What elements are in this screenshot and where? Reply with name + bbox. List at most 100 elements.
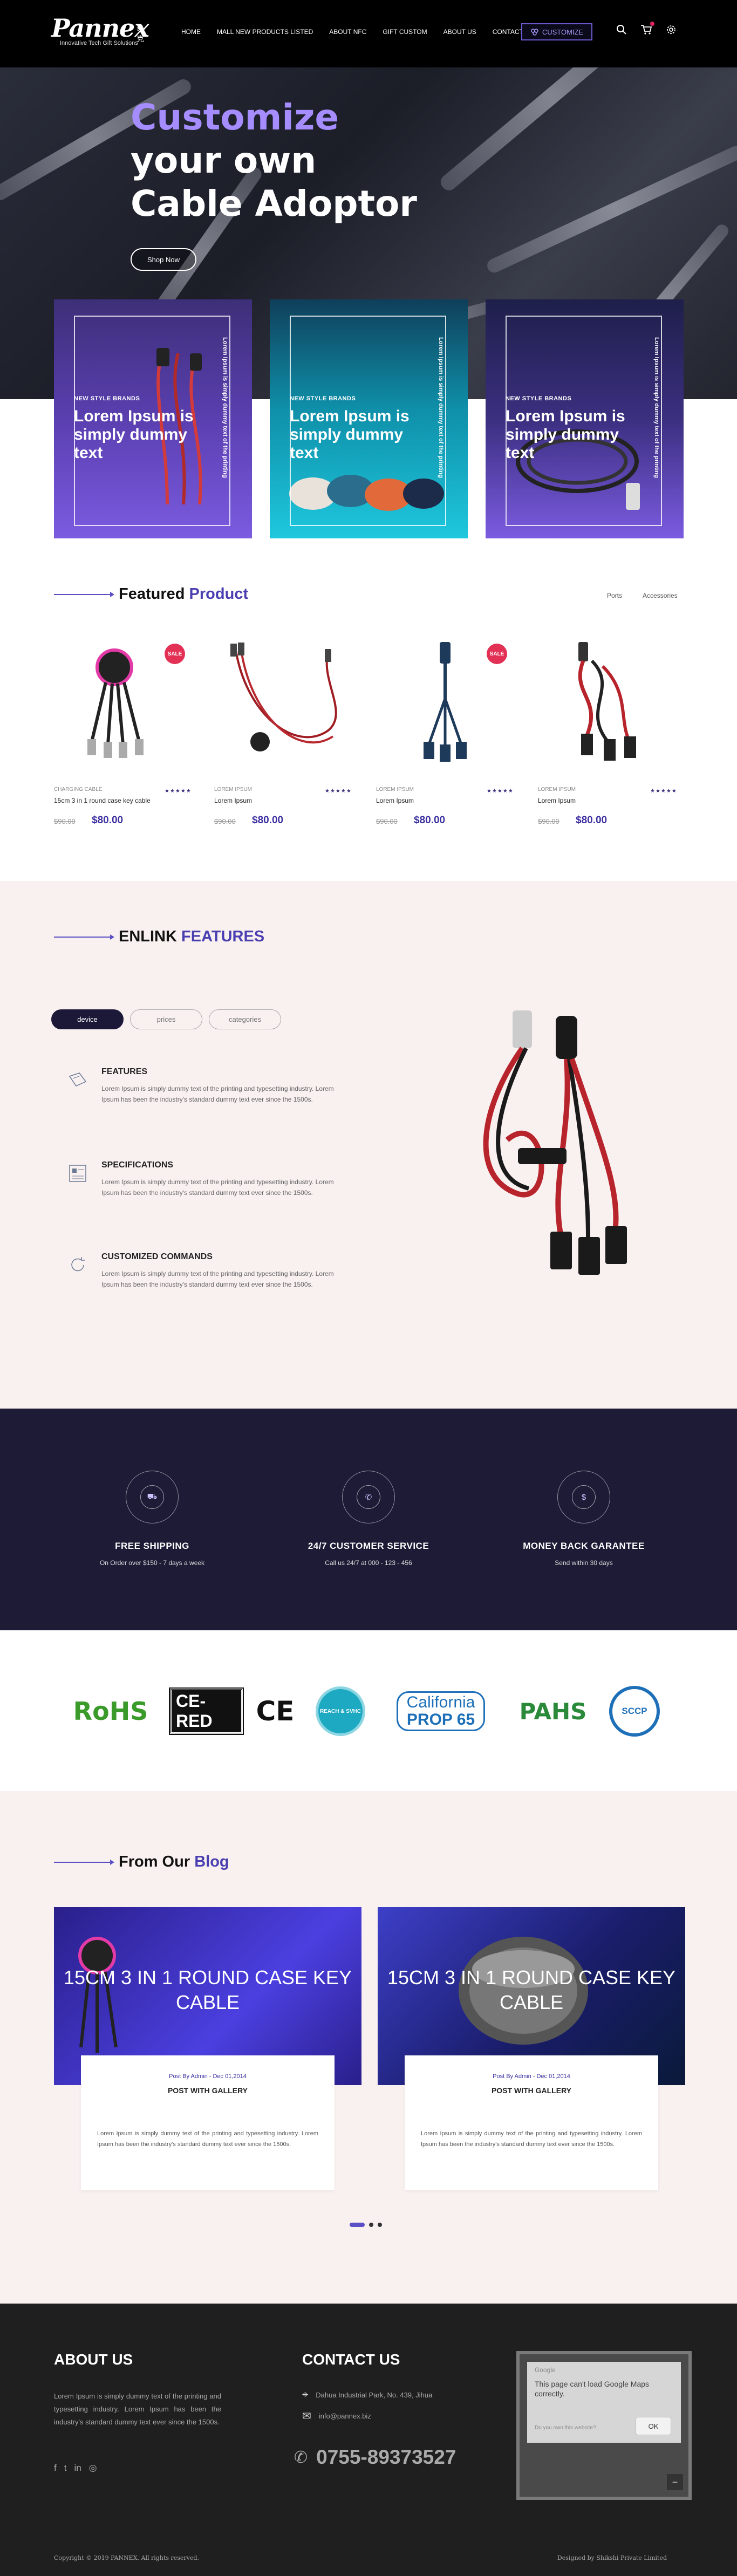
blog-body: Post By Admin - Dec 01,2014 POST WITH GA…	[405, 2055, 658, 2190]
cart-count-dot	[650, 22, 654, 26]
nav-home[interactable]: HOME	[181, 28, 201, 36]
service-free-shipping: ⛟ FREE SHIPPING On Order over $150 - 7 d…	[60, 1471, 244, 1567]
blog-post-title[interactable]: POST WITH GALLERY	[405, 2086, 658, 2095]
blog-card-2[interactable]: 15CM 3 IN 1 ROUND CASE KEY CABLE Post By…	[378, 1907, 685, 2193]
instagram-icon[interactable]: ◎	[89, 2463, 97, 2473]
location-pin-icon: ⌖	[302, 2389, 309, 2401]
palette-icon	[531, 29, 538, 36]
product-name[interactable]: 15cm 3 in 1 round case key cable	[54, 797, 151, 804]
contact-address: ⌖ Dahua Industrial Park, No. 439, Jihua	[302, 2389, 432, 2401]
service-sub: Send within 30 days	[555, 1559, 613, 1567]
product-old-price: $90.00	[54, 817, 76, 825]
service-sub: Call us 24/7 at 000 - 123 - 456	[325, 1559, 412, 1567]
feature-desc: Lorem Ipsum is simply dummy text of the …	[101, 1270, 334, 1288]
zoom-out-icon[interactable]: −	[667, 2474, 683, 2490]
promo-card-2[interactable]: NEW STYLE BRANDS Lorem Ipsum is simply d…	[270, 299, 468, 538]
tab-device[interactable]: device	[51, 1009, 124, 1029]
product-name[interactable]: Lorem Ipsum	[376, 797, 414, 804]
filter-accessories[interactable]: Accessories	[643, 592, 678, 599]
map-ok-button[interactable]: OK	[636, 2417, 671, 2435]
email-text[interactable]: info@pannex.biz	[319, 2412, 371, 2420]
phone-icon: ✆	[357, 1485, 380, 1509]
sccp-logo: SCCP	[607, 1686, 662, 1737]
feature-title: FEATURES	[101, 1067, 148, 1076]
contact-email: ✉ info@pannex.biz	[302, 2409, 371, 2423]
blog-meta: Post By Admin - Dec 01,2014	[493, 2073, 570, 2080]
blog-post-title[interactable]: POST WITH GALLERY	[81, 2086, 335, 2095]
sccp-text: SCCP	[609, 1686, 660, 1737]
google-map-embed[interactable]: Google This page can't load Google Maps …	[516, 2351, 692, 2500]
product-category: Lorem Ipsum	[538, 787, 576, 792]
twitter-icon[interactable]: t	[64, 2463, 67, 2473]
search-icon[interactable]	[615, 23, 629, 37]
product-image[interactable]: SALE	[54, 628, 200, 777]
filter-ports[interactable]: Ports	[607, 592, 622, 599]
product-image[interactable]	[214, 628, 360, 777]
ce-text: CE	[256, 1696, 295, 1727]
product-filter-tabs: Ports Accessories	[607, 592, 678, 599]
promo-card-3[interactable]: NEW STYLE BRANDS Lorem Ipsum is simply d…	[486, 299, 684, 538]
google-brand: Google	[535, 2366, 556, 2374]
carousel-dot-2[interactable]	[369, 2223, 373, 2227]
blog-title-accent: Blog	[194, 1853, 229, 1870]
sale-badge: SALE	[165, 644, 185, 664]
nav-gift-custom[interactable]: GIFT CUSTOM	[383, 28, 427, 36]
product-card-3[interactable]: SALE Lorem Ipsum ★★★★★ Lorem Ipsum $90.0…	[376, 628, 522, 844]
red-black-cable-image	[578, 642, 636, 761]
product-card-1[interactable]: SALE CHARGING CABLE ★★★★★ 15cm 3 in 1 ro…	[54, 628, 200, 844]
services-band: ⛟ FREE SHIPPING On Order over $150 - 7 d…	[0, 1409, 737, 1630]
carousel-dot-1[interactable]	[350, 2223, 365, 2227]
product-category: Lorem Ipsum	[214, 787, 253, 792]
facebook-icon[interactable]: f	[54, 2463, 57, 2473]
enlink-title-accent: FEATURES	[181, 928, 265, 945]
logo-text: Pannex	[51, 13, 149, 43]
nav-mall[interactable]: MALL NEW PRODUCTS LISTED	[217, 28, 313, 36]
product-card-4[interactable]: Lorem Ipsum ★★★★★ Lorem Ipsum $90.00 $80…	[538, 628, 684, 844]
product-old-price: $90.00	[538, 817, 559, 825]
nav-contact[interactable]: CONTACT	[493, 28, 523, 36]
customize-button[interactable]: CUSTOMIZE	[521, 23, 592, 40]
tab-categories[interactable]: categories	[209, 1009, 281, 1029]
promo-vertical-text: Lorem Ipsum is simply dummy text of the …	[222, 337, 228, 478]
product-image[interactable]: SALE	[376, 628, 522, 777]
blog-meta: Post By Admin - Dec 01,2014	[169, 2073, 247, 2080]
carousel-dot-3[interactable]	[378, 2223, 382, 2227]
map-error-message: This page can't load Google Maps correct…	[535, 2380, 650, 2398]
blog-body: Post By Admin - Dec 01,2014 POST WITH GA…	[81, 2055, 335, 2190]
nav-about-nfc[interactable]: ABOUT NFC	[329, 28, 366, 36]
reach-text: REACH & SVHC	[316, 1686, 365, 1736]
gear-icon[interactable]	[664, 23, 678, 37]
product-name[interactable]: Lorem Ipsum	[214, 797, 252, 804]
service-customer-service: ✆ 24/7 CUSTOMER SERVICE Call us 24/7 at …	[277, 1471, 460, 1567]
linkedin-icon[interactable]: in	[74, 2463, 81, 2473]
blog-card-1[interactable]: 15CM 3 IN 1 ROUND CASE KEY CABLE Post By…	[54, 1907, 361, 2193]
heading-arrow-line	[54, 934, 114, 940]
sale-badge: SALE	[487, 644, 507, 664]
heading-arrow-line	[54, 591, 114, 597]
logo-tagline: Innovative Tech Gift Solutions	[60, 40, 138, 46]
tab-prices[interactable]: prices	[130, 1009, 202, 1029]
phone-number[interactable]: 0755-89373527	[316, 2446, 456, 2469]
book-icon	[69, 1072, 87, 1087]
copyright-text: Copyright © 2019 PANNEX. All rights rese…	[54, 2554, 199, 2561]
prop65-badge: California PROP 65	[396, 1691, 486, 1731]
product-image[interactable]	[538, 628, 684, 777]
promo-tag: NEW STYLE BRANDS	[506, 395, 572, 402]
enlink-title: ENLINK FEATURES	[119, 928, 264, 946]
hero-line-2: your own	[131, 140, 317, 181]
service-sub: On Order over $150 - 7 days a week	[99, 1559, 205, 1567]
service-title: 24/7 CUSTOMER SERVICE	[308, 1541, 429, 1551]
logo[interactable]: Pannex 泰克 Innovative Tech Gift Solutions	[51, 13, 149, 46]
promo-card-1[interactable]: NEW STYLE BRANDS Lorem Ipsum is simply d…	[54, 299, 252, 538]
cart-icon[interactable]	[639, 22, 654, 37]
service-icon-ring: ⛟	[126, 1471, 179, 1523]
blog-image-title: 15CM 3 IN 1 ROUND CASE KEY CABLE	[387, 1966, 676, 2013]
product-name[interactable]: Lorem Ipsum	[538, 797, 576, 804]
prop65-logo: California PROP 65	[390, 1690, 492, 1733]
product-card-2[interactable]: Lorem Ipsum ★★★★★ Lorem Ipsum $90.00 $80…	[214, 628, 360, 844]
shop-now-button[interactable]: Shop Now	[131, 248, 196, 271]
blog-desc: Lorem Ipsum is simply dummy text of the …	[97, 2130, 318, 2148]
enlink-title-plain: ENLINK	[119, 928, 177, 945]
nav-about-us[interactable]: ABOUT US	[443, 28, 476, 36]
enlink-heading: ENLINK FEATURES	[54, 928, 264, 946]
